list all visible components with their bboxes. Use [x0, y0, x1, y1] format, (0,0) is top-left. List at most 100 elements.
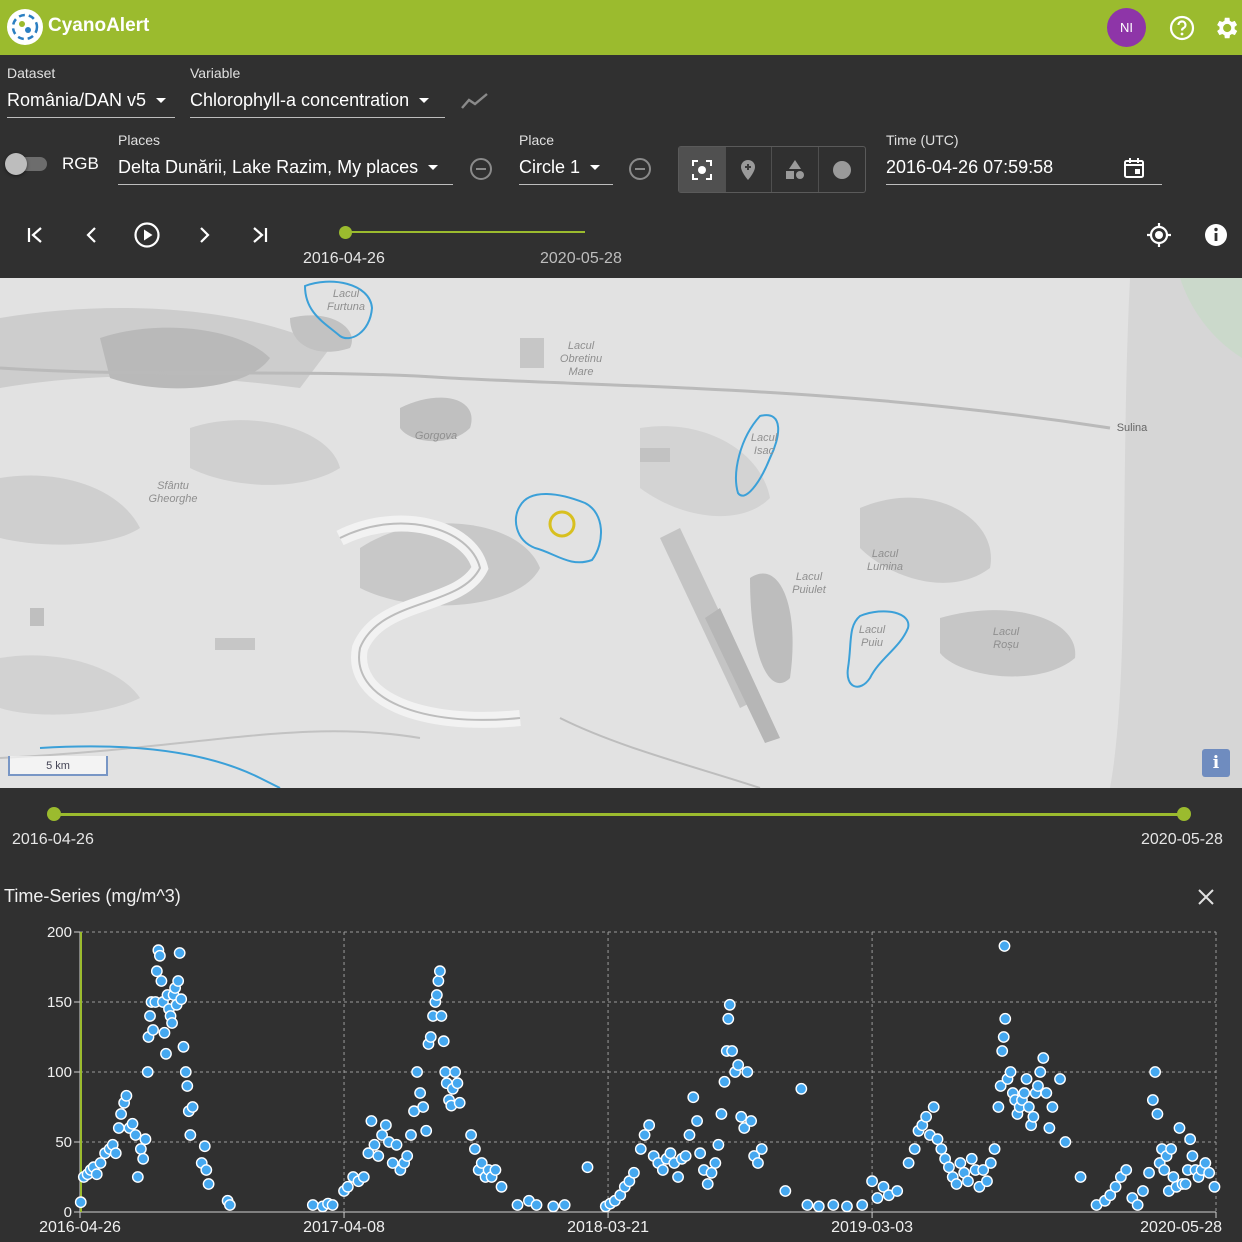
data-point[interactable] — [417, 1101, 430, 1113]
data-point[interactable] — [439, 1066, 452, 1078]
data-point[interactable] — [390, 1138, 403, 1151]
rgb-toggle[interactable] — [5, 153, 49, 175]
data-point[interactable] — [715, 1108, 728, 1120]
data-point[interactable] — [999, 1012, 1012, 1025]
close-icon[interactable] — [1194, 885, 1218, 909]
timeseries-chart-icon[interactable] — [461, 91, 489, 116]
data-point[interactable] — [401, 1150, 414, 1162]
data-point[interactable] — [372, 1150, 385, 1162]
data-point[interactable] — [173, 947, 186, 959]
data-point[interactable] — [723, 998, 736, 1011]
data-point[interactable] — [827, 1199, 840, 1211]
data-point[interactable] — [712, 1138, 725, 1151]
data-point[interactable] — [891, 1185, 904, 1197]
data-point[interactable] — [920, 1110, 933, 1123]
data-point[interactable] — [902, 1157, 915, 1169]
data-point[interactable] — [1018, 1087, 1031, 1099]
data-point[interactable] — [1004, 1066, 1017, 1078]
data-point[interactable] — [186, 1101, 199, 1113]
data-point[interactable] — [131, 1171, 144, 1183]
calendar-icon[interactable] — [1122, 156, 1146, 185]
data-point[interactable] — [701, 1178, 714, 1190]
data-point[interactable] — [306, 1199, 319, 1211]
data-point[interactable] — [223, 1199, 236, 1211]
data-point[interactable] — [379, 1119, 392, 1132]
data-point[interactable] — [432, 975, 445, 987]
data-point[interactable] — [722, 1012, 735, 1025]
add-polygon-tool-button[interactable] — [772, 147, 819, 192]
data-point[interactable] — [954, 1157, 967, 1169]
data-point[interactable] — [705, 1166, 718, 1179]
step-forward-icon[interactable] — [189, 220, 219, 250]
data-point[interactable] — [511, 1199, 524, 1211]
remove-place-button[interactable] — [629, 158, 651, 180]
data-point[interactable] — [984, 1157, 997, 1169]
data-point[interactable] — [1022, 1101, 1035, 1113]
data-point[interactable] — [726, 1045, 738, 1057]
data-point[interactable] — [801, 1199, 814, 1211]
gear-icon[interactable] — [1211, 13, 1241, 43]
data-point[interactable] — [664, 1147, 677, 1160]
data-point[interactable] — [90, 1168, 103, 1181]
data-point[interactable] — [166, 1017, 178, 1029]
data-point[interactable] — [1184, 1133, 1197, 1146]
data-point[interactable] — [368, 1138, 381, 1151]
data-point[interactable] — [405, 1129, 417, 1141]
time-input[interactable]: 2016-04-26 07:59:58 — [886, 151, 1162, 185]
data-point[interactable] — [126, 1117, 139, 1130]
user-avatar[interactable]: NI — [1107, 8, 1146, 47]
place-select[interactable]: Circle 1 — [519, 151, 613, 185]
data-point[interactable] — [134, 1143, 147, 1155]
data-point[interactable] — [94, 1157, 107, 1169]
data-point[interactable] — [147, 1024, 159, 1036]
data-point[interactable] — [547, 1200, 560, 1213]
data-point[interactable] — [109, 1147, 122, 1160]
data-point[interactable] — [177, 1040, 190, 1053]
data-point[interactable] — [1120, 1164, 1133, 1176]
data-point[interactable] — [74, 1196, 87, 1209]
data-point[interactable] — [137, 1152, 150, 1165]
data-point[interactable] — [795, 1082, 808, 1095]
data-point[interactable] — [992, 1101, 1005, 1113]
add-circle-tool-button[interactable] — [819, 147, 865, 192]
data-point[interactable] — [341, 1180, 354, 1193]
data-point[interactable] — [172, 975, 185, 987]
data-point[interactable] — [997, 1031, 1010, 1043]
data-point[interactable] — [1040, 1087, 1053, 1099]
data-point[interactable] — [451, 1077, 464, 1090]
data-point[interactable] — [908, 1143, 921, 1155]
data-point[interactable] — [1179, 1178, 1192, 1190]
data-point[interactable] — [732, 1059, 745, 1071]
data-point[interactable] — [468, 1143, 481, 1155]
data-point[interactable] — [1137, 1185, 1149, 1197]
data-point[interactable] — [139, 1133, 152, 1146]
data-point[interactable] — [931, 1133, 944, 1146]
data-point[interactable] — [1186, 1150, 1199, 1162]
data-point[interactable] — [1131, 1199, 1144, 1211]
data-point[interactable] — [1074, 1171, 1087, 1183]
data-point[interactable] — [672, 1171, 684, 1183]
range-slider-track[interactable] — [54, 813, 1184, 816]
data-point[interactable] — [965, 1152, 978, 1165]
data-point[interactable] — [779, 1185, 792, 1197]
data-point[interactable] — [357, 1171, 370, 1183]
skip-first-icon[interactable] — [20, 220, 50, 250]
data-point[interactable] — [1173, 1122, 1186, 1134]
map-canvas[interactable] — [0, 278, 1242, 788]
data-point[interactable] — [558, 1199, 571, 1211]
data-point[interactable] — [1149, 1066, 1162, 1078]
data-point[interactable] — [179, 1066, 192, 1078]
data-point[interactable] — [115, 1108, 127, 1120]
data-point[interactable] — [424, 1031, 437, 1043]
data-point[interactable] — [1034, 1066, 1047, 1078]
data-point[interactable] — [160, 1047, 172, 1060]
places-select[interactable]: Delta Dunării, Lake Razim, My places — [118, 151, 453, 185]
data-point[interactable] — [465, 1129, 477, 1141]
data-point[interactable] — [856, 1199, 869, 1211]
data-point[interactable] — [927, 1101, 940, 1113]
play-icon[interactable] — [132, 220, 162, 250]
data-point[interactable] — [841, 1200, 853, 1213]
data-point[interactable] — [198, 1140, 211, 1153]
data-point[interactable] — [866, 1175, 878, 1188]
remove-places-button[interactable] — [470, 158, 492, 180]
